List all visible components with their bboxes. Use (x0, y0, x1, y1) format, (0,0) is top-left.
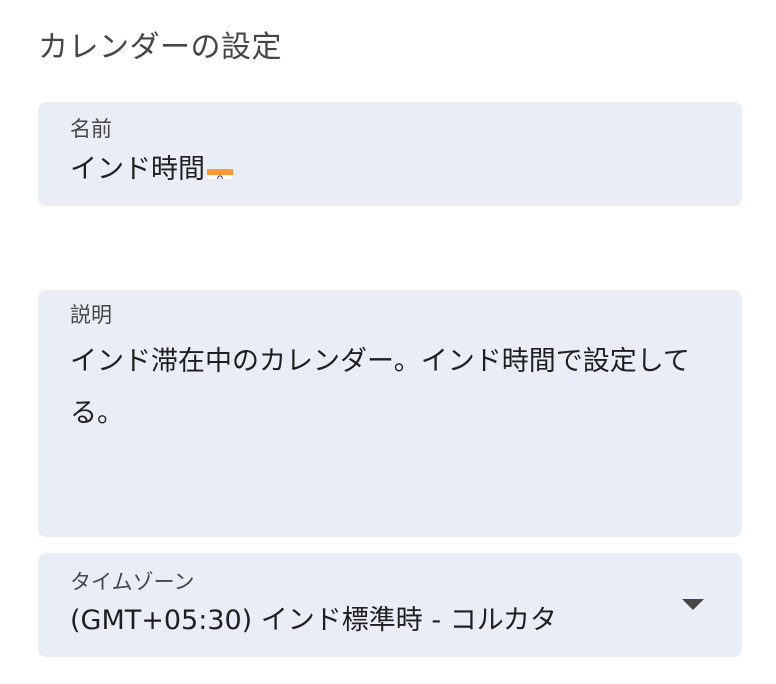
calendar-description-label: 説明 (70, 303, 112, 327)
caret-down-icon[interactable] (682, 599, 704, 610)
page-title: カレンダーの設定 (38, 30, 282, 65)
calendar-name-value: インド時間 (70, 154, 205, 185)
timezone-select[interactable]: タイムゾーン (GMT+05:30) インド標準時 - コルカタ (38, 553, 742, 657)
timezone-value: (GMT+05:30) インド標準時 - コルカタ (70, 605, 557, 636)
calendar-name-input[interactable]: インド時間 (70, 152, 233, 188)
timezone-label: タイムゾーン (70, 570, 195, 594)
calendar-name-label: 名前 (70, 117, 112, 141)
calendar-name-field[interactable]: 名前 インド時間 (38, 102, 742, 206)
calendar-description-field[interactable]: 説明 インド滞在中のカレンダー。インド時間で設定してる。 (38, 290, 742, 537)
calendar-description-input[interactable]: インド滞在中のカレンダー。インド時間で設定してる。 (70, 336, 718, 440)
india-flag-icon (207, 161, 233, 179)
